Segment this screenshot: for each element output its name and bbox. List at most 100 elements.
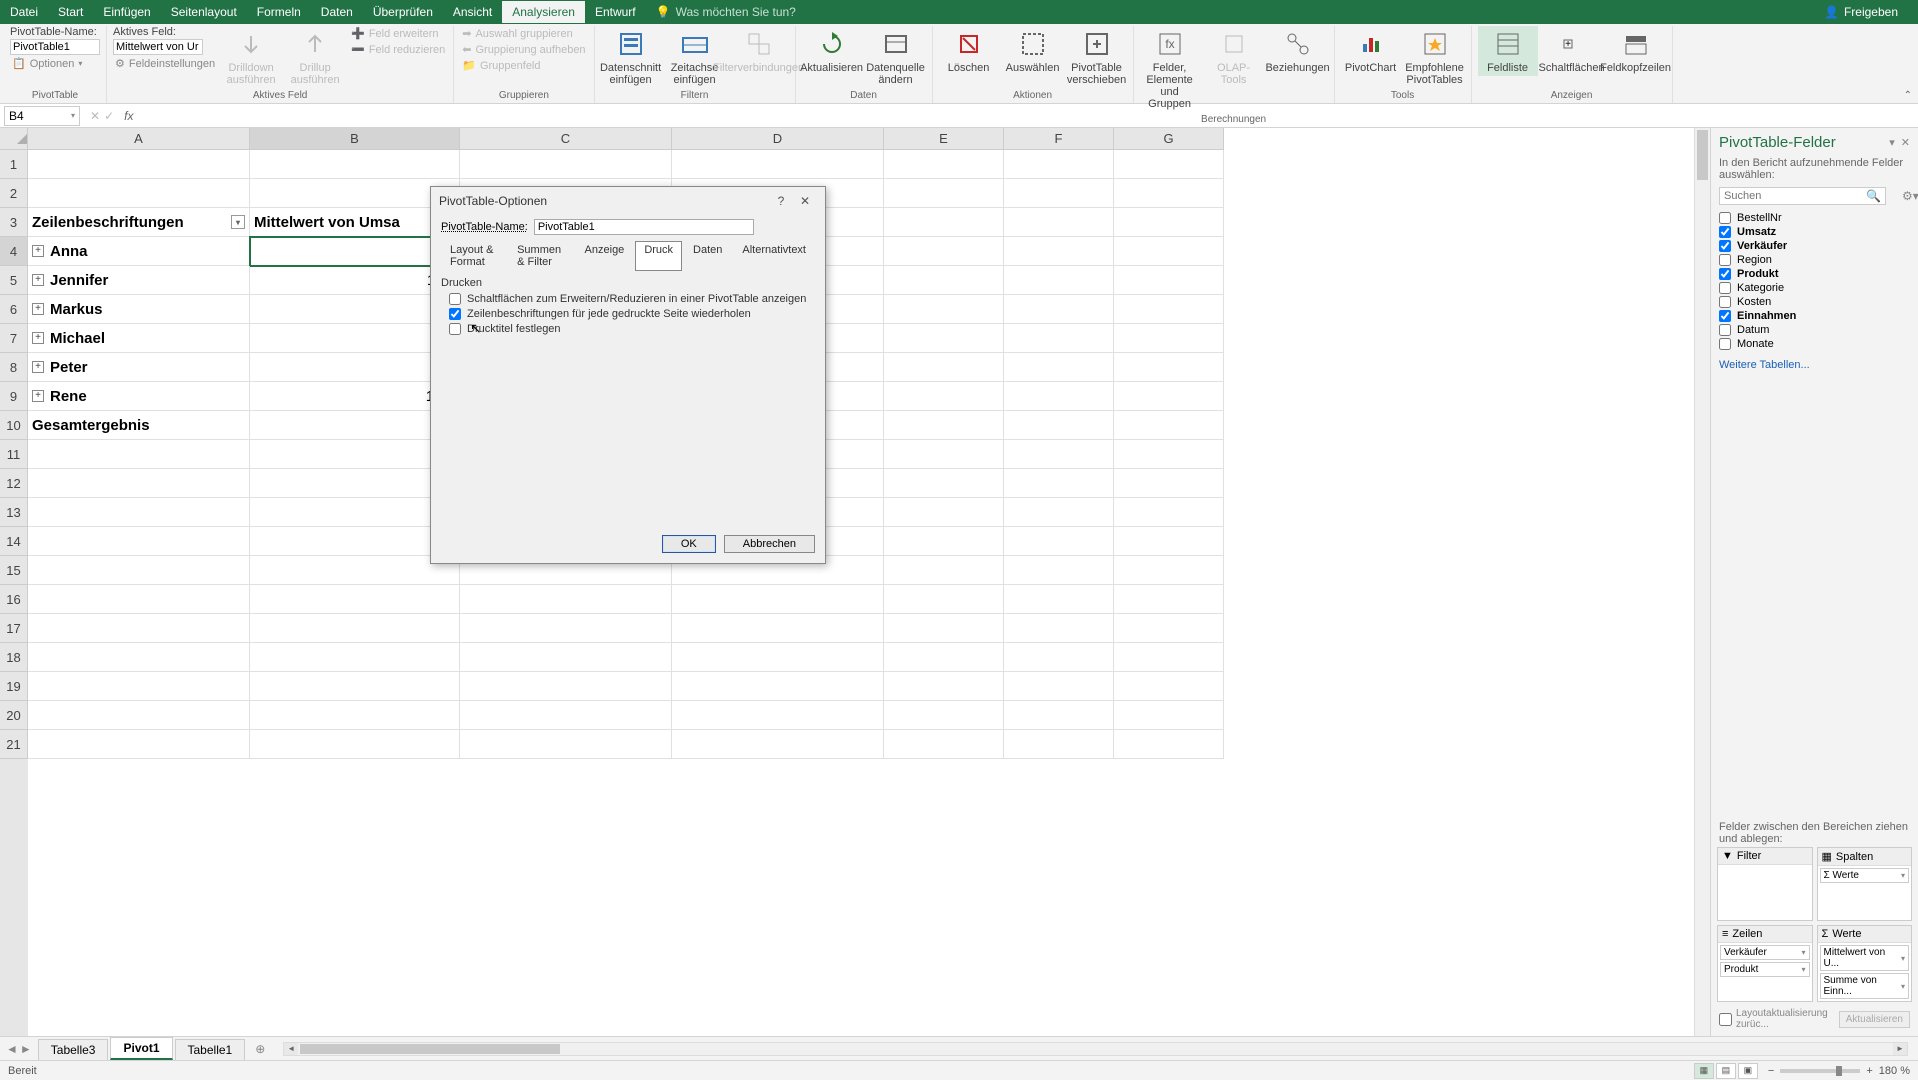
- field-checkbox[interactable]: [1719, 254, 1731, 266]
- cell[interactable]: [1004, 179, 1114, 208]
- cell[interactable]: [884, 469, 1004, 498]
- expand-icon[interactable]: +: [32, 303, 44, 315]
- close-icon[interactable]: ✕: [793, 194, 817, 208]
- cell[interactable]: [28, 585, 250, 614]
- cell[interactable]: [250, 643, 460, 672]
- rows-area[interactable]: ≡Zeilen Verkäufer▾ Produkt▾: [1717, 925, 1813, 1002]
- dialog-name-input[interactable]: [534, 219, 754, 235]
- field-settings-button[interactable]: ⚙ Feldeinstellungen: [113, 56, 217, 71]
- expand-icon[interactable]: +: [32, 361, 44, 373]
- headers-toggle[interactable]: Feldkopfzeilen: [1606, 26, 1666, 76]
- cell[interactable]: [460, 730, 672, 759]
- defer-layout-checkbox[interactable]: [1719, 1013, 1732, 1026]
- cell[interactable]: Zeilenbeschriftungen▾: [28, 208, 250, 237]
- tab-seitenlayout[interactable]: Seitenlayout: [161, 1, 247, 23]
- cell[interactable]: [250, 730, 460, 759]
- refresh-button[interactable]: Aktualisieren: [802, 26, 862, 76]
- sheet-nav-first-icon[interactable]: ◄: [6, 1042, 18, 1056]
- tab-formeln[interactable]: Formeln: [247, 1, 311, 23]
- cell[interactable]: [884, 295, 1004, 324]
- cell[interactable]: [28, 672, 250, 701]
- field-checkbox[interactable]: [1719, 296, 1731, 308]
- expand-icon[interactable]: +: [32, 390, 44, 402]
- clear-button[interactable]: Löschen: [939, 26, 999, 76]
- relations-button[interactable]: Beziehungen: [1268, 26, 1328, 76]
- share-button[interactable]: 👤 Freigeben: [1824, 5, 1898, 19]
- sheet-tab-tabelle1[interactable]: Tabelle1: [175, 1039, 246, 1060]
- cell[interactable]: [672, 614, 884, 643]
- cell[interactable]: [250, 179, 460, 208]
- cell[interactable]: [1004, 208, 1114, 237]
- cell[interactable]: [1004, 440, 1114, 469]
- cell[interactable]: [1114, 614, 1224, 643]
- cell[interactable]: [884, 527, 1004, 556]
- cell[interactable]: [1114, 440, 1224, 469]
- rows-pill-produkt[interactable]: Produkt▾: [1720, 962, 1810, 977]
- column-header-f[interactable]: F: [1004, 128, 1114, 150]
- insert-timeline-button[interactable]: Zeitachse einfügen: [665, 26, 725, 88]
- row-header-2[interactable]: 2: [0, 179, 28, 208]
- cell[interactable]: [250, 701, 460, 730]
- cell[interactable]: [460, 672, 672, 701]
- field-item-region[interactable]: Region: [1719, 253, 1910, 267]
- cell[interactable]: Mittelwert von Umsa: [250, 208, 460, 237]
- dropdown-icon[interactable]: ▾: [1901, 954, 1905, 963]
- tab-start[interactable]: Start: [48, 1, 93, 23]
- zoom-value[interactable]: 180 %: [1879, 1065, 1910, 1077]
- cell[interactable]: [884, 208, 1004, 237]
- insert-slicer-button[interactable]: Datenschnitt einfügen: [601, 26, 661, 88]
- cell[interactable]: [1004, 585, 1114, 614]
- row-header-8[interactable]: 8: [0, 353, 28, 382]
- row-header-1[interactable]: 1: [0, 150, 28, 179]
- formula-input[interactable]: [137, 107, 1918, 125]
- field-checkbox[interactable]: [1719, 310, 1731, 322]
- field-checkbox[interactable]: [1719, 338, 1731, 350]
- cell[interactable]: [884, 353, 1004, 382]
- dialog-checkbox-0[interactable]: Schaltflächen zum Erweitern/Reduzieren i…: [449, 293, 815, 305]
- view-normal-icon[interactable]: ▦: [1694, 1063, 1714, 1079]
- cell[interactable]: [460, 585, 672, 614]
- cell[interactable]: [1114, 585, 1224, 614]
- row-header-6[interactable]: 6: [0, 295, 28, 324]
- scroll-thumb[interactable]: [300, 1044, 560, 1054]
- row-header-18[interactable]: 18: [0, 643, 28, 672]
- cell[interactable]: [1004, 643, 1114, 672]
- expand-icon[interactable]: +: [32, 274, 44, 286]
- scroll-thumb[interactable]: [1697, 130, 1708, 180]
- cell[interactable]: [1114, 469, 1224, 498]
- dropdown-icon[interactable]: ▾: [1901, 871, 1905, 880]
- row-header-10[interactable]: 10: [0, 411, 28, 440]
- cell[interactable]: [28, 150, 250, 179]
- change-source-button[interactable]: Datenquelle ändern: [866, 26, 926, 88]
- activefield-input[interactable]: [113, 39, 203, 55]
- tab-einfuegen[interactable]: Einfügen: [93, 1, 160, 23]
- rows-pill-verkaeufer[interactable]: Verkäufer▾: [1720, 945, 1810, 960]
- row-header-19[interactable]: 19: [0, 672, 28, 701]
- cell[interactable]: [250, 469, 460, 498]
- cell[interactable]: [884, 440, 1004, 469]
- cell[interactable]: [1004, 498, 1114, 527]
- sheet-nav-last-icon[interactable]: ►: [20, 1042, 32, 1056]
- close-icon[interactable]: ✕: [1901, 136, 1910, 149]
- field-search-input[interactable]: [1724, 190, 1866, 202]
- horizontal-scrollbar[interactable]: ◄ ►: [283, 1042, 1908, 1056]
- zoom-slider[interactable]: [1780, 1069, 1860, 1073]
- cell[interactable]: [28, 498, 250, 527]
- row-header-15[interactable]: 15: [0, 556, 28, 585]
- cell[interactable]: [460, 701, 672, 730]
- cell[interactable]: [1114, 237, 1224, 266]
- cell[interactable]: [250, 672, 460, 701]
- cell[interactable]: [250, 411, 460, 440]
- cell[interactable]: [28, 556, 250, 585]
- cell[interactable]: [884, 556, 1004, 585]
- cell[interactable]: +Jennifer: [28, 266, 250, 295]
- cell[interactable]: [1004, 382, 1114, 411]
- cell[interactable]: [884, 585, 1004, 614]
- checkbox[interactable]: [449, 308, 461, 320]
- dialog-tab-alternativtext[interactable]: Alternativtext: [733, 241, 815, 271]
- field-item-kosten[interactable]: Kosten: [1719, 295, 1910, 309]
- tab-ueberpruefen[interactable]: Überprüfen: [363, 1, 443, 23]
- tab-ansicht[interactable]: Ansicht: [443, 1, 502, 23]
- field-checkbox[interactable]: [1719, 324, 1731, 336]
- buttons-toggle[interactable]: +Schaltflächen: [1542, 26, 1602, 76]
